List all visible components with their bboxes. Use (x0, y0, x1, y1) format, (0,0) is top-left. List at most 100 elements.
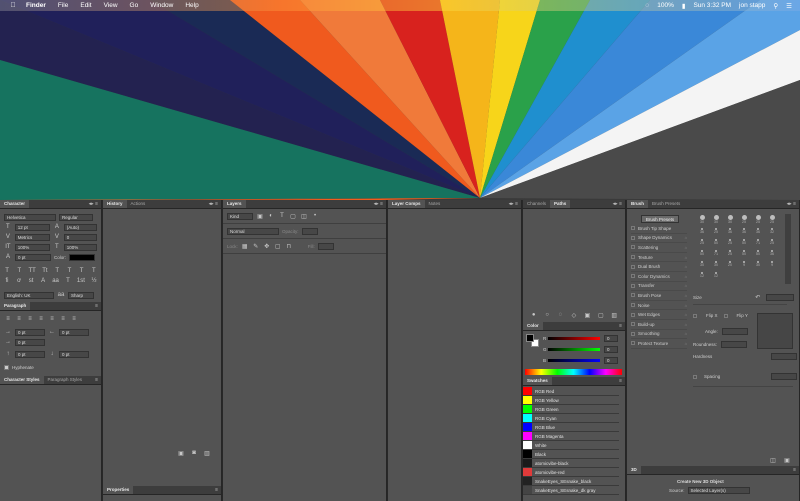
tab-3d[interactable]: 3D (627, 466, 641, 474)
swatch-color-chip[interactable] (523, 459, 532, 467)
baseline-shift-field[interactable]: 0 pt (15, 253, 51, 261)
panel-menu-icon[interactable]: ◂▸ ≡ (209, 201, 218, 207)
brush-option-lock-icon[interactable]: ⌂ (685, 274, 687, 279)
language-select[interactable]: English: UK (4, 291, 54, 299)
hyphenate-checkbox[interactable] (4, 364, 9, 370)
load-selection-icon[interactable]: ◌ (557, 312, 565, 320)
brush-option-checkbox[interactable] (631, 303, 635, 308)
panel-menu-icon[interactable]: ≡ (619, 323, 622, 329)
swatch-row[interactable]: RGB Yellow (523, 396, 619, 405)
search-icon[interactable]: ⚲ (773, 2, 778, 10)
brush-tip[interactable]: 36 (695, 225, 709, 236)
tab-paragraph-styles[interactable]: Paragraph Styles (44, 376, 87, 384)
brush-tip[interactable]: 25 (695, 236, 709, 247)
swatch-row[interactable]: RGB Cyan (523, 414, 619, 423)
3d-source-select[interactable]: Selected Layer(s) (687, 487, 750, 494)
swatch-row[interactable]: RGB Blue (523, 423, 619, 432)
brush-tip[interactable]: 12 (695, 269, 709, 280)
fraction-half-icon[interactable]: ½ (91, 278, 97, 284)
new-path-icon[interactable]: ▢ (597, 312, 605, 320)
brush-option-checkbox[interactable] (631, 255, 635, 260)
size-slider[interactable] (693, 304, 787, 305)
swatch-row[interactable]: Black (523, 450, 619, 459)
indent-right-field[interactable]: 0 pt (59, 328, 89, 336)
brush-tip[interactable]: 30 (723, 214, 737, 225)
tab-character-styles[interactable]: Character Styles (0, 376, 44, 384)
tab-swatches[interactable]: Swatches (523, 377, 552, 385)
brush-option-item[interactable]: Protect Texture ⌂ (631, 339, 687, 349)
ligature-icon[interactable]: fi (4, 278, 10, 284)
roundness-field[interactable] (721, 341, 748, 348)
brush-option-checkbox[interactable] (631, 264, 635, 269)
indent-first-field[interactable]: 0 pt (15, 338, 45, 346)
justify-all-icon[interactable]: ≡ (70, 316, 78, 322)
spacing-slider[interactable] (693, 386, 793, 387)
menu-list-icon[interactable]: ☰ (786, 2, 792, 10)
make-work-path-icon[interactable]: ◇ (570, 312, 578, 320)
brush-option-lock-icon[interactable]: ⌂ (685, 235, 687, 240)
brush-tip[interactable]: 9 (765, 258, 779, 269)
swatch-color-chip[interactable] (523, 405, 532, 413)
brush-option-item[interactable]: Smoothing ⌂ (631, 330, 687, 340)
panel-menu-icon[interactable]: ≡ (215, 487, 218, 493)
brush-option-checkbox[interactable] (631, 235, 635, 240)
brush-option-lock-icon[interactable]: ⌂ (685, 312, 687, 317)
brush-tip[interactable]: 50 (751, 247, 765, 258)
swatch-color-chip[interactable] (523, 468, 532, 476)
filter-toggle-icon[interactable]: • (311, 213, 319, 219)
blend-mode-select[interactable]: Normal (227, 227, 279, 235)
toggle-preview-icon[interactable]: ◫ (769, 457, 777, 464)
filter-adjustment-icon[interactable]: ◐ (267, 213, 275, 219)
spacing-field[interactable] (771, 373, 797, 380)
swatch-row[interactable]: atomicvibe-red (523, 468, 619, 477)
brush-option-item[interactable]: Brush Tip Shape (631, 224, 687, 234)
swatch-color-chip[interactable] (523, 477, 532, 485)
swatch-color-chip[interactable] (523, 450, 532, 458)
brush-tip[interactable]: 25 (765, 236, 779, 247)
panel-menu-icon[interactable]: ◂▸ ≡ (374, 201, 383, 207)
menu-file[interactable]: File (58, 2, 68, 9)
tab-actions[interactable]: Actions (127, 200, 150, 208)
brush-option-checkbox[interactable] (631, 226, 635, 231)
tab-history[interactable]: History (103, 200, 127, 208)
space-after-field[interactable]: 0 pt (59, 350, 89, 358)
brush-option-lock-icon[interactable]: ⌂ (685, 255, 687, 260)
size-field[interactable] (765, 293, 794, 301)
angle-field[interactable] (721, 328, 748, 335)
brush-tip[interactable]: 25 (723, 236, 737, 247)
swatch-color-chip[interactable] (523, 414, 532, 422)
brush-tip[interactable]: 30 (695, 258, 709, 269)
titling-icon[interactable]: A (40, 278, 46, 284)
brush-option-checkbox[interactable] (631, 322, 635, 327)
flip-x-checkbox[interactable] (693, 313, 697, 318)
brush-option-checkbox[interactable] (631, 293, 635, 298)
brush-option-item[interactable]: Texture ⌂ (631, 253, 687, 263)
align-left-icon[interactable]: ≡ (4, 316, 12, 322)
swatch-color-chip[interactable] (523, 387, 532, 395)
justify-center-icon[interactable]: ≡ (48, 316, 56, 322)
align-right-icon[interactable]: ≡ (26, 316, 34, 322)
brush-option-lock-icon[interactable]: ⌂ (685, 264, 687, 269)
fractions-icon[interactable]: T (65, 278, 71, 284)
panel-menu-icon[interactable]: ◂▸ ≡ (787, 201, 796, 207)
subscript-icon[interactable]: T (66, 268, 72, 274)
fill-path-icon[interactable]: ● (530, 312, 538, 320)
brush-option-checkbox[interactable] (631, 245, 635, 250)
delete-path-icon[interactable]: ▥ (610, 312, 618, 320)
lock-paint-icon[interactable]: ✎ (252, 243, 260, 250)
brush-option-item[interactable]: Color Dynamics ⌂ (631, 272, 687, 282)
menu-edit[interactable]: Edit (80, 2, 91, 9)
all-caps-icon[interactable]: TT (28, 268, 35, 274)
brush-option-item[interactable]: Transfer ⌂ (631, 282, 687, 292)
fill-field[interactable] (317, 242, 334, 250)
vertical-scale-field[interactable]: 100% (14, 243, 50, 251)
brush-tip[interactable]: 71 (709, 247, 723, 258)
brush-option-lock-icon[interactable]: ⌂ (685, 283, 687, 288)
faux-italic-icon[interactable]: T (16, 268, 22, 274)
trash-icon[interactable]: ▥ (203, 450, 211, 458)
font-family-select[interactable]: Helvetica (4, 213, 56, 221)
lock-all-icon[interactable]: ⊓ (285, 243, 293, 250)
menu-go[interactable]: Go (130, 2, 139, 9)
strikethrough-icon[interactable]: T (91, 268, 97, 274)
menu-window[interactable]: Window (150, 2, 173, 9)
